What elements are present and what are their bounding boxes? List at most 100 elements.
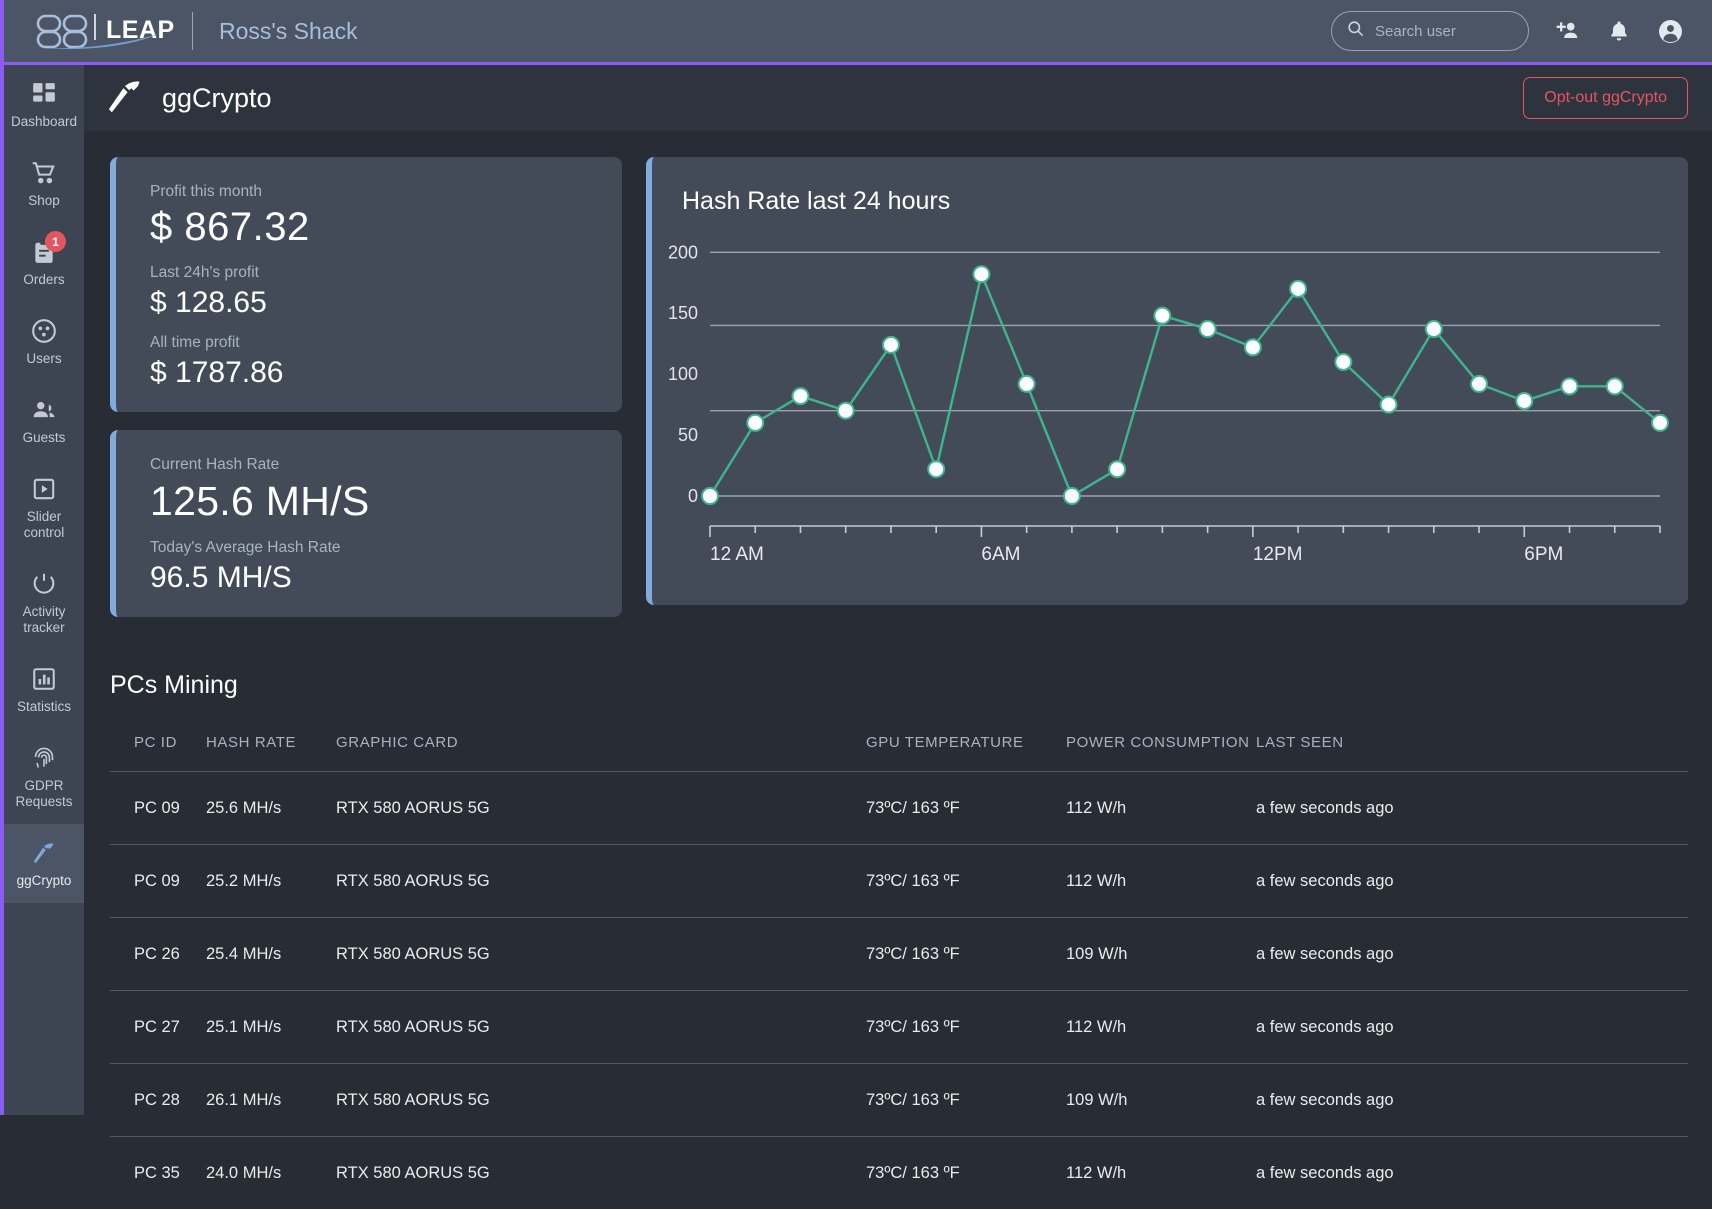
sidebar-item-activity-tracker[interactable]: Activity tracker <box>4 555 84 650</box>
chart-point <box>792 388 808 404</box>
table-cell: 73ºC/ 163 ºF <box>866 845 1066 918</box>
table-column-header: LAST SEEN <box>1256 734 1688 772</box>
table-cell: 73ºC/ 163 ºF <box>866 991 1066 1064</box>
table-row[interactable]: PC 0925.6 MH/sRTX 580 AORUS 5G73ºC/ 163 … <box>110 772 1688 845</box>
table-cell: a few seconds ago <box>1256 991 1688 1064</box>
table-cell: 109 W/h <box>1066 918 1256 991</box>
table-column-header: PC ID <box>110 734 206 772</box>
x-axis-tick-label: 6AM <box>981 544 1020 565</box>
chart-point <box>1200 321 1216 337</box>
current-hash-label: Current Hash Rate <box>150 456 622 474</box>
left-cards-column: Profit this month $ 867.32 Last 24h's pr… <box>110 157 622 617</box>
table-row[interactable]: PC 2725.1 MH/sRTX 580 AORUS 5G73ºC/ 163 … <box>110 991 1688 1064</box>
table-row[interactable]: PC 2826.1 MH/sRTX 580 AORUS 5G73ºC/ 163 … <box>110 1064 1688 1137</box>
chart-point <box>1381 397 1397 413</box>
search-input[interactable] <box>1375 23 1515 40</box>
sidebar-item-label: Orders <box>23 272 64 288</box>
top-bar: LEAP Ross's Shack <box>0 0 1712 62</box>
sidebar-item-label: ggCrypto <box>17 873 72 889</box>
avg-hash-label: Today's Average Hash Rate <box>150 539 622 557</box>
sidebar-item-slider-control[interactable]: Slider control <box>4 460 84 555</box>
chart-point <box>1335 354 1351 370</box>
logo-swoosh <box>28 34 168 55</box>
top-bar-actions <box>1331 11 1712 51</box>
chart-line <box>710 274 1660 496</box>
table-cell: 112 W/h <box>1066 772 1256 845</box>
add-user-icon[interactable] <box>1555 18 1581 44</box>
cart-icon <box>31 160 57 186</box>
chart-point <box>1109 461 1125 477</box>
chart-point <box>1562 378 1578 394</box>
sidebar-item-ggcrypto[interactable]: ggCrypto <box>4 824 84 903</box>
table-cell: RTX 580 AORUS 5G <box>336 918 866 991</box>
search-box[interactable] <box>1331 11 1529 51</box>
sidebar-item-orders[interactable]: 1 Orders <box>4 223 84 302</box>
table-row[interactable]: PC 2625.4 MH/sRTX 580 AORUS 5G73ºC/ 163 … <box>110 918 1688 991</box>
profit-day-label: Last 24h's profit <box>150 264 622 282</box>
y-axis-tick-label: 50 <box>678 425 698 445</box>
chart-point <box>747 415 763 431</box>
sidebar-item-label: Slider control <box>6 509 82 541</box>
sidebar-item-guests[interactable]: Guests <box>4 381 84 460</box>
pickaxe-icon <box>31 840 57 866</box>
guests-icon <box>31 397 57 423</box>
table-cell: 25.4 MH/s <box>206 918 336 991</box>
table-cell: a few seconds ago <box>1256 772 1688 845</box>
table-cell: 26.1 MH/s <box>206 1064 336 1137</box>
sidebar-item-label: Statistics <box>17 699 71 715</box>
table-cell: a few seconds ago <box>1256 918 1688 991</box>
fingerprint-icon <box>31 745 57 771</box>
profit-card: Profit this month $ 867.32 Last 24h's pr… <box>110 157 622 412</box>
chart-point <box>1290 281 1306 297</box>
chart-point <box>838 403 854 419</box>
account-icon[interactable] <box>1657 18 1684 45</box>
leap-logo[interactable]: LEAP <box>28 8 168 54</box>
table-cell: 73ºC/ 163 ºF <box>866 1064 1066 1137</box>
y-axis-tick-label: 150 <box>668 303 698 323</box>
table-row[interactable]: PC 0925.2 MH/sRTX 580 AORUS 5G73ºC/ 163 … <box>110 845 1688 918</box>
x-axis-tick-label: 12 AM <box>710 544 764 565</box>
sidebar-item-statistics[interactable]: Statistics <box>4 650 84 729</box>
table-row[interactable]: PC 3524.0 MH/sRTX 580 AORUS 5G73ºC/ 163 … <box>110 1137 1688 1209</box>
dashboard-icon <box>31 81 57 107</box>
chart-point <box>1064 488 1080 504</box>
profit-all-label: All time profit <box>150 334 622 352</box>
avg-hash-value: 96.5 MH/S <box>150 561 622 595</box>
sidebar: Dashboard Shop 1 Orders <box>4 65 84 1115</box>
y-axis-tick-label: 200 <box>668 242 698 262</box>
sidebar-item-users[interactable]: Users <box>4 302 84 381</box>
pcs-mining-section: PCs Mining PC IDHASH RATEGRAPHIC CARDGPU… <box>84 617 1712 1209</box>
table-cell: 25.2 MH/s <box>206 845 336 918</box>
table-cell: a few seconds ago <box>1256 1137 1688 1209</box>
profit-month-value: $ 867.32 <box>150 205 622 250</box>
sidebar-item-label: Shop <box>28 193 60 209</box>
sidebar-item-label: Dashboard <box>11 114 77 130</box>
table-cell: RTX 580 AORUS 5G <box>336 772 866 845</box>
chart-title: Hash Rate last 24 hours <box>652 157 1688 216</box>
hash-rate-card: Current Hash Rate 125.6 MH/S Today's Ave… <box>110 430 622 617</box>
opt-out-button[interactable]: Opt-out ggCrypto <box>1523 77 1688 119</box>
sidebar-item-gdpr-requests[interactable]: GDPR Requests <box>4 729 84 824</box>
table-cell: PC 27 <box>110 991 206 1064</box>
chart-point <box>1471 376 1487 392</box>
bell-icon[interactable] <box>1607 19 1631 43</box>
chart-point <box>973 266 989 282</box>
chart-point <box>928 461 944 477</box>
chart-point <box>1607 378 1623 394</box>
profit-all-value: $ 1787.86 <box>150 356 622 390</box>
hash-rate-chart: 05010015020012 AM6AM12PM6PM <box>652 216 1672 576</box>
table-cell: RTX 580 AORUS 5G <box>336 1064 866 1137</box>
table-cell: 25.6 MH/s <box>206 772 336 845</box>
page-header: ggCrypto Opt-out ggCrypto <box>84 65 1712 131</box>
table-cell: 112 W/h <box>1066 1137 1256 1209</box>
sidebar-item-dashboard[interactable]: Dashboard <box>4 65 84 144</box>
table-cell: 24.0 MH/s <box>206 1137 336 1209</box>
sidebar-item-shop[interactable]: Shop <box>4 144 84 223</box>
x-axis-tick-label: 6PM <box>1524 544 1563 565</box>
table-cell: PC 09 <box>110 772 206 845</box>
profit-day-value: $ 128.65 <box>150 286 622 320</box>
table-cell: a few seconds ago <box>1256 845 1688 918</box>
table-cell: 25.1 MH/s <box>206 991 336 1064</box>
table-cell: 112 W/h <box>1066 991 1256 1064</box>
chart-point <box>1245 339 1261 355</box>
